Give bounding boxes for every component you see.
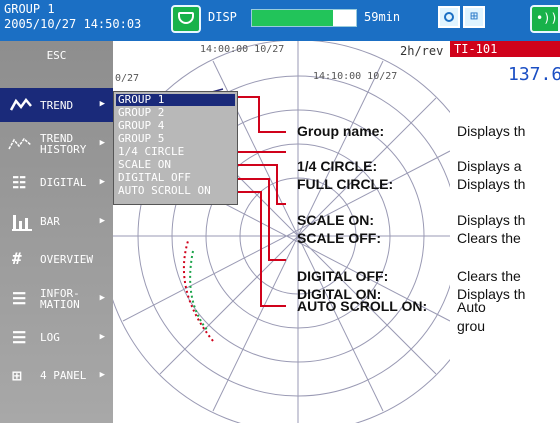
legend-group-desc: Displays th — [457, 123, 526, 139]
legend-auto-desc: Auto grou — [457, 298, 486, 336]
legend-auto-desc-1: Auto — [457, 299, 486, 315]
submenu-item-group-1[interactable]: GROUP 1 — [116, 94, 235, 106]
memory-remaining-label: 59min — [364, 10, 401, 24]
information-icon: ☰ — [12, 289, 27, 308]
chevron-right-icon: ▶ — [99, 99, 105, 109]
time-label-top: 14:00:00 10/27 — [200, 44, 285, 55]
legend-digital-off-key: DIGITAL OFF: — [297, 268, 389, 284]
esc-button[interactable]: ESC — [0, 49, 113, 62]
menu-item-trend[interactable]: TREND ▶ — [0, 88, 113, 122]
chevron-right-icon: ▶ — [99, 332, 105, 342]
legend-quarter: 1/4 CIRCLE: Displays a — [297, 158, 522, 174]
menu-item-bar[interactable]: BAR ▶ — [0, 206, 113, 236]
menu-item-4-panel[interactable]: ⊞ 4 PANEL ▶ — [0, 360, 113, 390]
group-name-display: GROUP 1 — [4, 2, 55, 16]
4-panel-label: 4 PANEL — [40, 369, 87, 382]
chevron-right-icon: ▶ — [99, 177, 105, 187]
chevron-right-icon: ▶ — [99, 293, 105, 303]
esc-label: ESC — [46, 49, 67, 62]
keylock-icon[interactable]: ⊞ — [463, 6, 485, 28]
chevron-right-icon: ▶ — [99, 370, 105, 380]
submenu-item-quarter-circle[interactable]: 1/4 CIRCLE — [116, 146, 235, 158]
disk-icon — [171, 5, 201, 33]
legend-quarter-key: 1/4 CIRCLE: — [297, 158, 378, 174]
log-icon: ☰ — [12, 328, 27, 347]
tag-value: 137.6 — [450, 57, 560, 93]
disp-label: DISP — [208, 10, 237, 24]
log-label: LOG — [40, 331, 60, 344]
menu-item-trend-history[interactable]: TREND HISTORY ▶ — [0, 125, 113, 161]
memory-remaining-fill — [252, 10, 334, 26]
digital-label: DIGITAL — [40, 176, 87, 189]
legend-scale-on-desc: Displays th — [457, 212, 526, 228]
chevron-right-icon: ▶ — [99, 138, 105, 148]
trend-label: TREND — [40, 99, 74, 112]
legend-auto-desc-2: grou — [457, 318, 486, 334]
legend-digital-off-desc: Clears the — [457, 268, 521, 284]
chart-speed: 2h/rev — [400, 44, 444, 58]
legend-scale-off: SCALE OFF: Clears the — [297, 230, 521, 246]
trend-history-label-2: HISTORY — [40, 143, 87, 156]
legend-full: FULL CIRCLE: Displays th — [297, 176, 525, 192]
legend-group: Group name: Displays th — [297, 123, 525, 139]
legend-digital-off: DIGITAL OFF: Clears the — [297, 268, 521, 284]
submenu-item-digital-off[interactable]: DIGITAL OFF — [116, 172, 235, 184]
trend-history-icon — [8, 137, 32, 150]
camera-icon[interactable] — [438, 6, 460, 28]
legend-full-key: FULL CIRCLE: — [297, 176, 394, 192]
menu-item-log[interactable]: ☰ LOG ▶ — [0, 322, 113, 352]
overview-icon: # — [12, 249, 22, 268]
function-menu: ESC TREND ▶ TREND HISTORY ▶ ☷ DIGITAL ▶ … — [0, 41, 113, 423]
status-bar: GROUP 1 2005/10/27 14:50:03 DISP 59min ⊞… — [0, 0, 560, 41]
chevron-right-icon: ▶ — [99, 216, 105, 226]
memory-remaining-bar — [251, 9, 357, 27]
legend-full-desc: Displays th — [457, 176, 526, 192]
menu-item-overview[interactable]: # OVERVIEW — [0, 244, 113, 274]
submenu-item-group-2[interactable]: GROUP 2 — [116, 107, 235, 119]
submenu-item-group-5[interactable]: GROUP 5 — [116, 133, 235, 145]
legend-auto-key: AUTO SCROLL ON: — [297, 298, 428, 314]
tag-label: TI-101 — [450, 41, 560, 57]
legend-group-key: Group name: — [297, 123, 385, 139]
overview-label: OVERVIEW — [40, 253, 93, 266]
datetime-display: 2005/10/27 14:50:03 — [4, 17, 142, 31]
submenu-item-scale-on[interactable]: SCALE ON — [116, 159, 235, 171]
4-panel-icon: ⊞ — [12, 366, 22, 385]
communication-icon: •)) — [530, 5, 560, 33]
legend-scale-off-desc: Clears the — [457, 230, 521, 246]
trend-submenu: GROUP 1 GROUP 2 GROUP 4 GROUP 5 1/4 CIRC… — [113, 91, 238, 205]
menu-item-information[interactable]: ☰ INFOR- MATION ▶ — [0, 280, 113, 316]
digital-icon: ☷ — [12, 173, 27, 192]
bar-label: BAR — [40, 215, 60, 228]
legend-auto-scroll: AUTO SCROLL ON: — [297, 296, 457, 314]
legend-quarter-desc: Displays a — [457, 158, 522, 174]
date-label-left: 0/27 — [115, 73, 140, 84]
menu-item-digital[interactable]: ☷ DIGITAL ▶ — [0, 167, 113, 197]
submenu-item-auto-scroll-on[interactable]: AUTO SCROLL ON — [116, 185, 235, 197]
legend-scale-off-key: SCALE OFF: — [297, 230, 381, 246]
submenu-item-group-4[interactable]: GROUP 4 — [116, 120, 235, 132]
time-label-mid: 14:10:00 10/27 — [313, 71, 398, 82]
legend-scale-on-key: SCALE ON: — [297, 212, 374, 228]
information-label-2: MATION — [40, 298, 80, 311]
trend-icon — [10, 98, 32, 111]
bar-icon — [12, 215, 32, 231]
legend-scale-on: SCALE ON: Displays th — [297, 212, 525, 228]
group-and-time: GROUP 1 2005/10/27 14:50:03 — [4, 2, 141, 32]
